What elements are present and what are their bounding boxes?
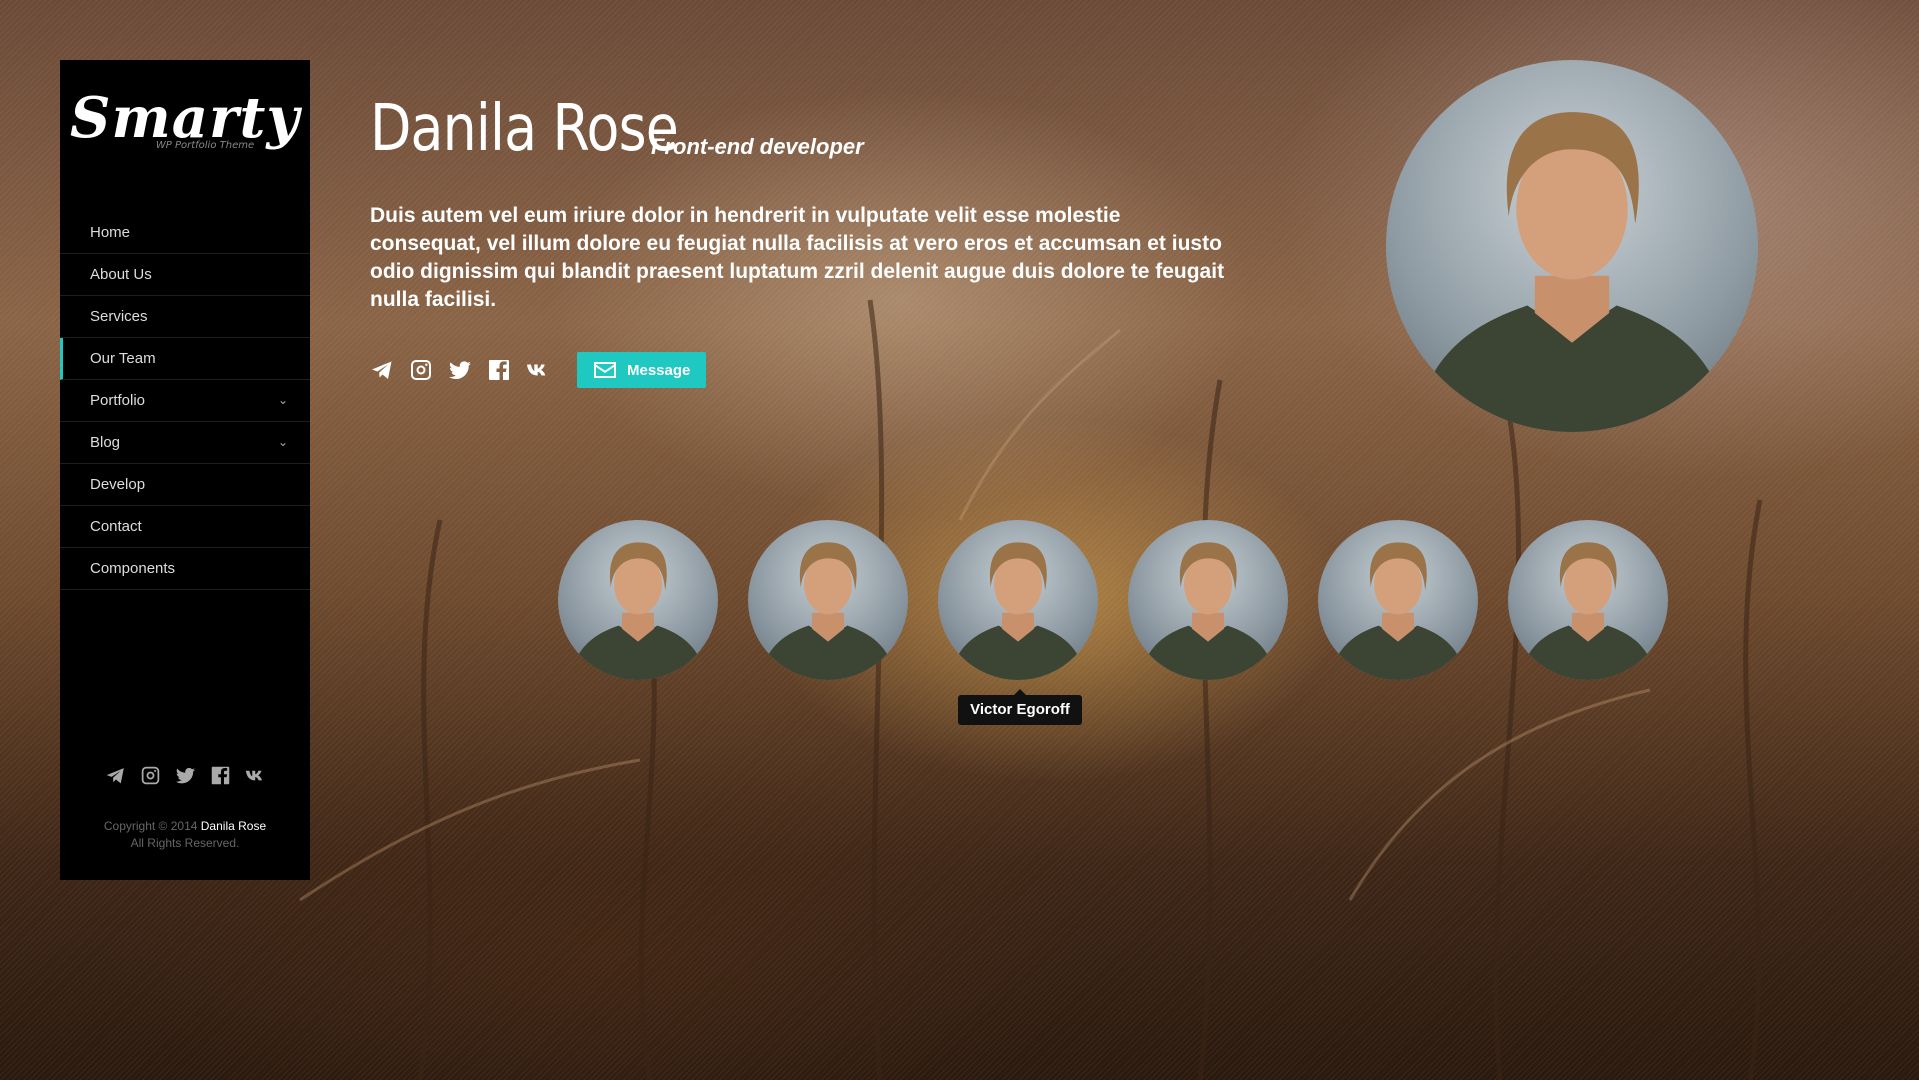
message-button[interactable]: Message [577,352,707,388]
sidebar-social-links [60,765,310,786]
team-member-avatar[interactable] [938,520,1098,680]
person-icon [1330,542,1466,680]
team-member-avatar[interactable] [748,520,908,680]
telegram-icon[interactable] [105,765,126,786]
main-nav: Home About Us Services Our Team Portfoli… [60,212,310,590]
member-bio: Duis autem vel eum iriure dolor in hendr… [370,204,1225,311]
person-icon [1140,542,1276,680]
member-name: Danila Rose [370,92,679,166]
telegram-icon[interactable] [370,358,394,382]
member-portrait [1386,60,1758,432]
nav-item-about-us[interactable]: About Us [60,254,310,296]
copyright-prefix: Copyright © 2014 [103,819,198,833]
nav-item-develop[interactable]: Develop [60,464,310,506]
person-icon [570,542,706,680]
twitter-icon[interactable] [448,358,472,382]
instagram-icon[interactable] [140,765,161,786]
nav-item-our-team[interactable]: Our Team [60,338,310,380]
team-member-avatar[interactable] [1318,520,1478,680]
vk-icon[interactable] [245,765,266,786]
logo[interactable]: Smarty WP Portfolio Theme [60,88,310,151]
nav-item-label: Portfolio [90,392,146,409]
nav-item-label: Services [90,308,148,325]
chevron-down-icon[interactable]: ⌄ [278,422,288,463]
nav-item-label: Home [90,224,131,241]
chevron-down-icon[interactable]: ⌄ [278,380,288,421]
copyright: Copyright © 2014 Danila Rose All Rights … [60,818,310,852]
person-icon [950,542,1086,680]
envelope-icon [593,361,617,379]
member-social-links: Message [370,352,707,388]
member-role: Front-end developer [651,134,864,159]
facebook-icon[interactable] [210,765,231,786]
sidebar: Smarty WP Portfolio Theme Home About Us … [60,60,310,880]
copyright-suffix: All Rights Reserved. [130,836,240,850]
copyright-name-link[interactable]: Danila Rose [201,819,266,833]
vk-icon[interactable] [526,358,550,382]
nav-item-services[interactable]: Services [60,296,310,338]
team-member-avatar[interactable] [1128,520,1288,680]
message-button-label: Message [627,361,691,379]
team-member-avatar[interactable] [1508,520,1668,680]
nav-item-portfolio[interactable]: Portfolio ⌄ [60,380,310,422]
instagram-icon[interactable] [409,358,433,382]
nav-item-label: Develop [90,476,146,493]
logo-title: Smarty [70,85,300,151]
facebook-icon[interactable] [487,358,511,382]
nav-item-label: About Us [90,266,152,283]
nav-item-label: Our Team [90,350,156,367]
nav-item-label: Components [90,560,176,577]
nav-item-label: Contact [90,518,142,535]
person-icon [760,542,896,680]
nav-item-components[interactable]: Components [60,548,310,590]
team-member-tooltip: Victor Egoroff [958,689,1082,725]
nav-item-blog[interactable]: Blog ⌄ [60,422,310,464]
person-icon [1520,542,1656,680]
nav-item-contact[interactable]: Contact [60,506,310,548]
nav-item-label: Blog [90,434,121,451]
team-member-avatar[interactable] [558,520,718,680]
twitter-icon[interactable] [175,765,196,786]
person-icon [1415,112,1729,432]
nav-item-home[interactable]: Home [60,212,310,254]
